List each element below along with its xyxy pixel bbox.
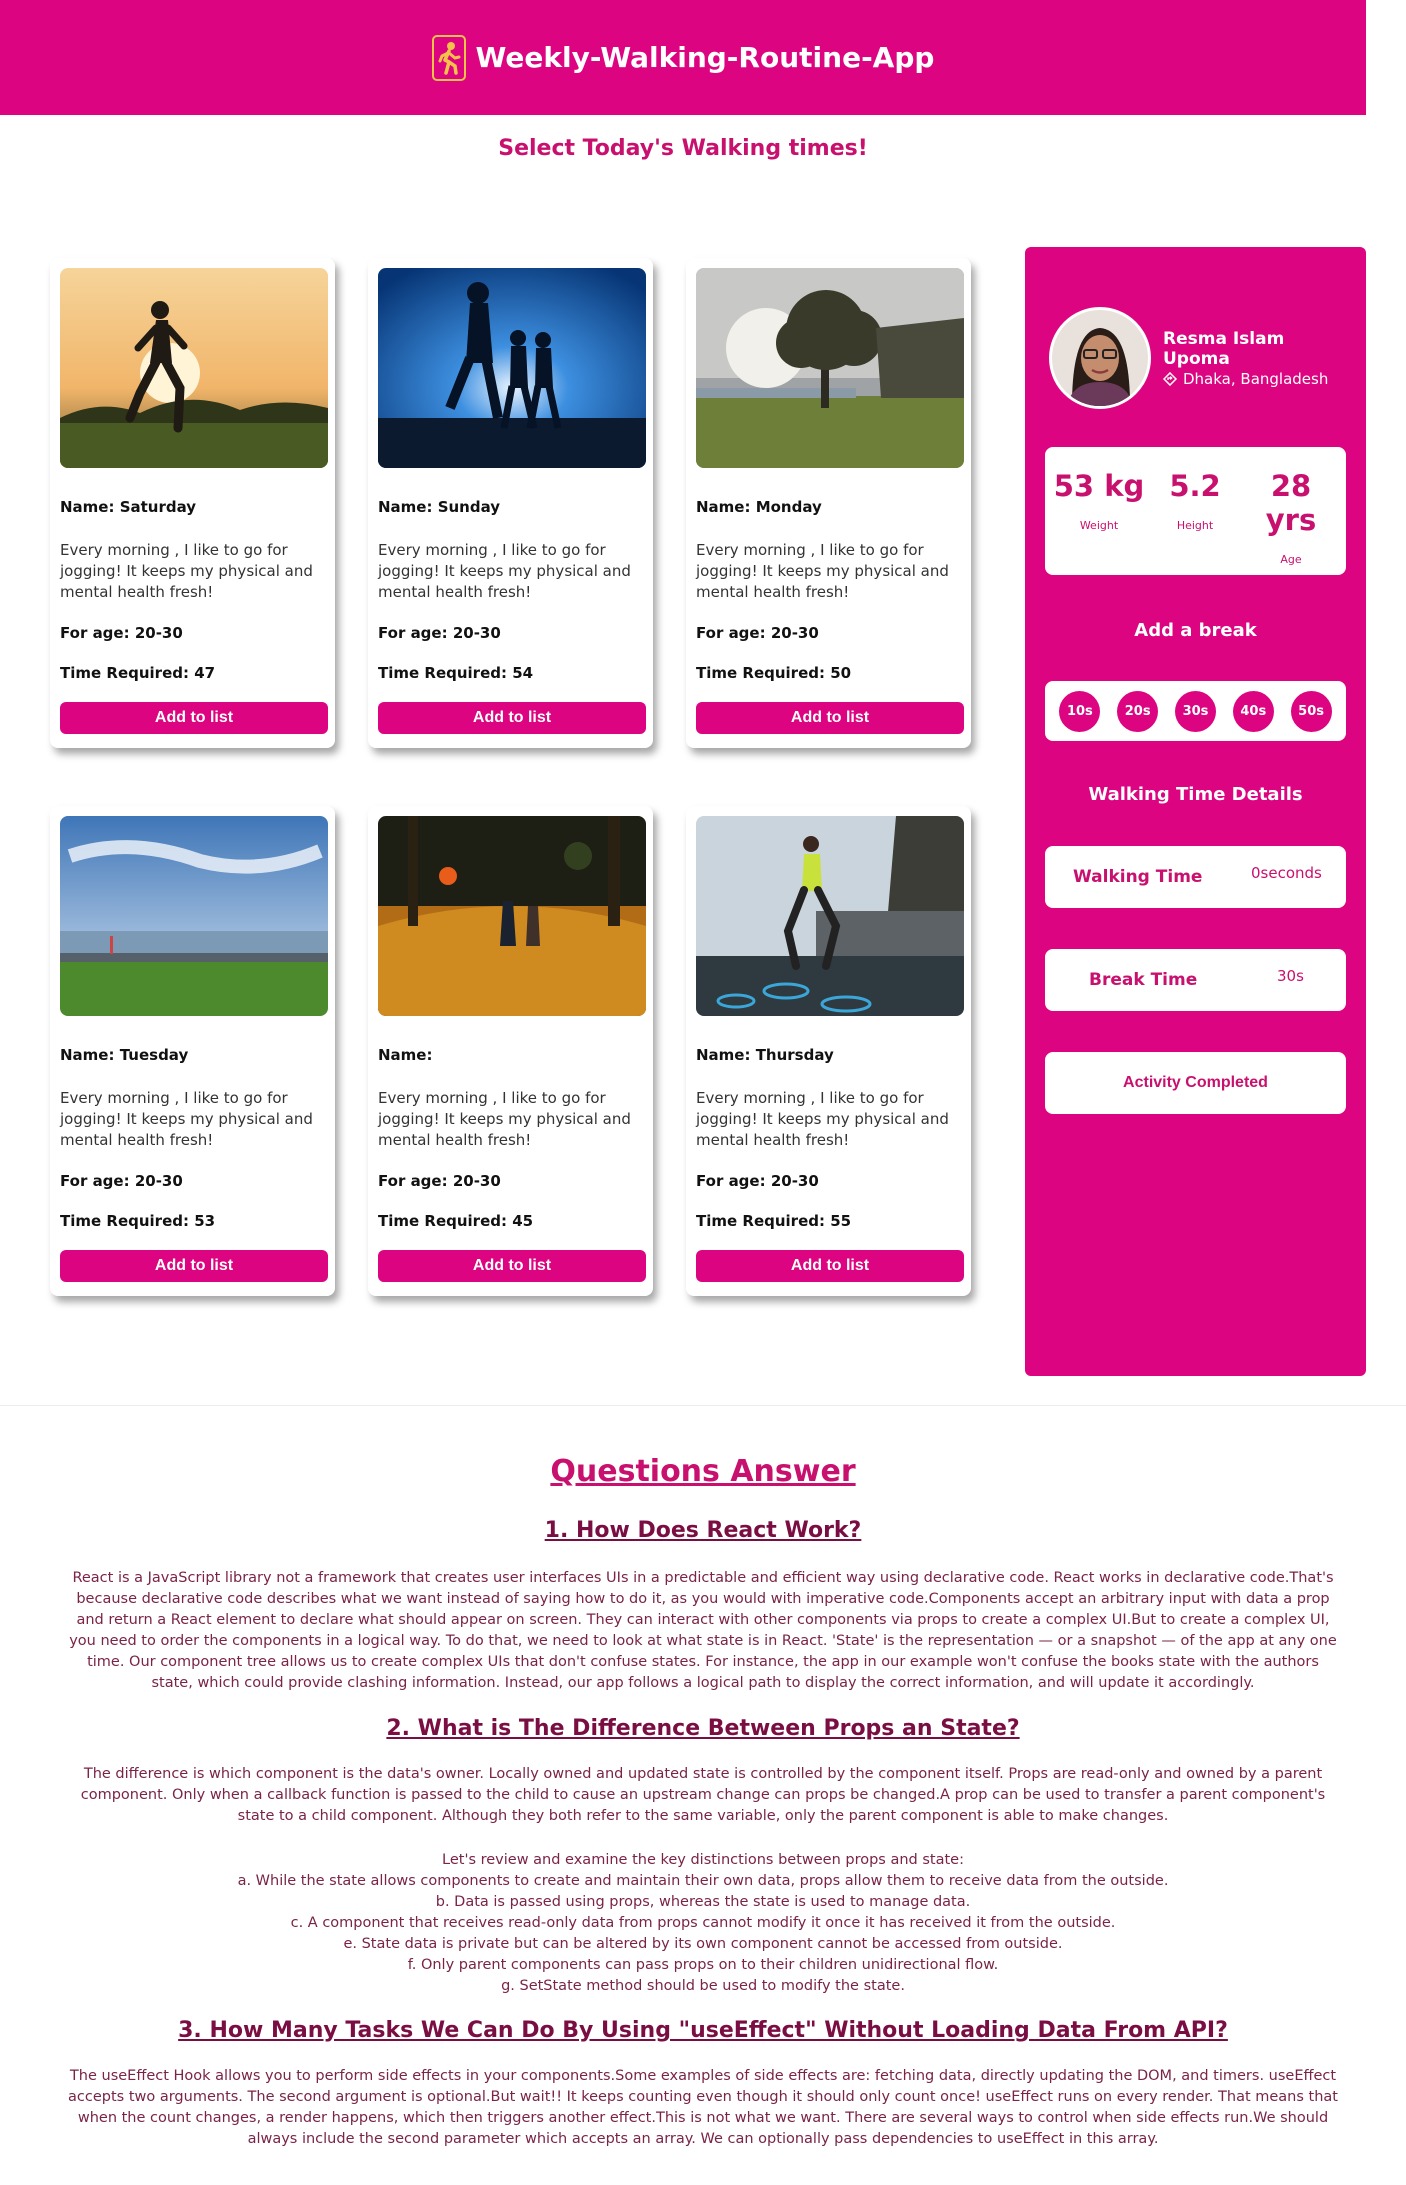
break-time-value: 30s xyxy=(1277,967,1304,985)
break-time-label: Break Time xyxy=(1089,970,1198,990)
card-description: Every morning , I like to go for jogging… xyxy=(696,1089,949,1149)
stat-value: 5.2 xyxy=(1169,469,1221,503)
activity-card: Name: Saturday Every morning , I like to… xyxy=(50,258,335,748)
card-name: Name: Sunday xyxy=(378,498,501,516)
page-subtitle: Select Today's Walking times! xyxy=(498,136,868,161)
card-image-fitness-park xyxy=(696,816,964,1016)
answer-2-list-item: e. State data is private but can be alte… xyxy=(343,1936,1063,1952)
card-description: Every morning , I like to go for jogging… xyxy=(378,1089,631,1149)
card-description: Every morning , I like to go for jogging… xyxy=(60,541,313,601)
walking-time-label: Walking Time xyxy=(1073,867,1203,887)
card-name: Name: Saturday xyxy=(60,498,197,516)
break-options: 10s 20s 30s 40s 50s xyxy=(1045,681,1346,741)
card-image-autumn-path xyxy=(378,816,646,1016)
answer-3: The useEffect Hook allows you to perform… xyxy=(68,2068,1338,2147)
location-icon xyxy=(1163,372,1177,386)
add-break-heading: Add a break xyxy=(1134,620,1257,641)
avatar xyxy=(1049,307,1151,409)
card-time-required: Time Required: 45 xyxy=(378,1212,534,1230)
walking-time-value: 0seconds xyxy=(1251,864,1322,882)
location-text: Dhaka, Bangladesh xyxy=(1183,370,1329,388)
app-header: Weekly-Walking-Routine-App xyxy=(0,0,1366,115)
walking-person-icon xyxy=(431,34,466,81)
question-3: 3. How Many Tasks We Can Do By Using "us… xyxy=(178,2018,1228,2043)
break-20s-button[interactable]: 20s xyxy=(1117,690,1159,732)
answer-2-list-item: f. Only parent components can pass props… xyxy=(407,1957,999,1973)
card-time-required: Time Required: 54 xyxy=(378,664,534,682)
break-10s-button[interactable]: 10s xyxy=(1059,690,1101,732)
profile-sidebar: Resma Islam Upoma Dhaka, Bangladesh 53 k… xyxy=(1025,247,1366,1376)
stat-value: 28 yrs xyxy=(1265,469,1317,537)
activity-card: Name: Every morning , I like to go for j… xyxy=(368,806,653,1296)
qa-title: Questions Answer xyxy=(550,1454,856,1489)
answer-2-list-item: Let's review and examine the key distinc… xyxy=(442,1852,964,1868)
card-name: Name: xyxy=(378,1046,433,1064)
stat-label: Weight xyxy=(1079,519,1119,532)
answer-2-list-item: c. A component that receives read-only d… xyxy=(290,1915,1116,1931)
activity-card: Name: Sunday Every morning , I like to g… xyxy=(368,258,653,748)
body-stats-panel: 53 kg Weight 5.2 Height 28 yrs Age xyxy=(1045,447,1346,575)
activity-card: Name: Thursday Every morning , I like to… xyxy=(686,806,971,1296)
card-image-runner-sunset xyxy=(60,268,328,468)
card-name: Name: Monday xyxy=(696,498,822,516)
answer-2-list-item: b. Data is passed using props, whereas t… xyxy=(435,1894,971,1910)
question-1: 1. How Does React Work? xyxy=(544,1518,862,1543)
card-image-runners-blue xyxy=(378,268,646,468)
stat-weight: 53 kg Weight xyxy=(1049,469,1149,532)
break-time-box: Break Time 30s xyxy=(1045,949,1346,1011)
card-image-tree-park xyxy=(696,268,964,468)
break-50s-button[interactable]: 50s xyxy=(1290,690,1332,732)
stat-age: 28 yrs Age xyxy=(1241,469,1341,566)
activity-completed-button[interactable]: Activity Completed xyxy=(1045,1052,1346,1114)
card-age: For age: 20-30 xyxy=(696,1172,819,1190)
card-time-required: Time Required: 55 xyxy=(696,1212,852,1230)
questions-answer-section: Questions Answer 1. How Does React Work?… xyxy=(0,1405,1406,2185)
card-age: For age: 20-30 xyxy=(60,624,183,642)
card-time-required: Time Required: 53 xyxy=(60,1212,216,1230)
card-age: For age: 20-30 xyxy=(60,1172,183,1190)
answer-2: The difference is which component is the… xyxy=(80,1766,1326,1824)
card-age: For age: 20-30 xyxy=(378,624,501,642)
answer-2-list-item: g. SetState method should be used to mod… xyxy=(501,1978,905,1994)
profile-location: Dhaka, Bangladesh xyxy=(1163,370,1328,388)
walking-time-box: Walking Time 0seconds xyxy=(1045,846,1346,908)
card-name: Name: Thursday xyxy=(696,1046,834,1064)
walking-details-heading: Walking Time Details xyxy=(1088,784,1303,805)
break-30s-button[interactable]: 30s xyxy=(1174,690,1216,732)
activity-card: Name: Monday Every morning , I like to g… xyxy=(686,258,971,748)
answer-2-list-item: a. While the state allows components to … xyxy=(237,1873,1169,1889)
stat-height: 5.2 Height xyxy=(1145,469,1245,532)
card-age: For age: 20-30 xyxy=(378,1172,501,1190)
card-time-required: Time Required: 47 xyxy=(60,664,216,682)
card-age: For age: 20-30 xyxy=(696,624,819,642)
answer-1: React is a JavaScript library not a fram… xyxy=(69,1570,1337,1691)
card-description: Every morning , I like to go for jogging… xyxy=(378,541,631,601)
card-time-required: Time Required: 50 xyxy=(696,664,852,682)
add-to-list-button[interactable]: Add to list xyxy=(60,702,328,734)
card-description: Every morning , I like to go for jogging… xyxy=(696,541,949,601)
profile-header: Resma Islam Upoma Dhaka, Bangladesh xyxy=(1049,307,1349,411)
answer-2-list: Let's review and examine the key distinc… xyxy=(66,1850,1340,1997)
stat-label: Height xyxy=(1176,519,1214,532)
add-to-list-button[interactable]: Add to list xyxy=(378,1250,646,1282)
stat-value: 53 kg xyxy=(1053,469,1145,503)
card-name: Name: Tuesday xyxy=(60,1046,189,1064)
stat-label: Age xyxy=(1280,553,1302,566)
add-to-list-button[interactable]: Add to list xyxy=(696,702,964,734)
add-to-list-button[interactable]: Add to list xyxy=(60,1250,328,1282)
break-40s-button[interactable]: 40s xyxy=(1232,690,1274,732)
card-image-seaside xyxy=(60,816,328,1016)
add-to-list-button[interactable]: Add to list xyxy=(378,702,646,734)
question-2: 2. What is The Difference Between Props … xyxy=(386,1716,1020,1741)
activity-card: Name: Tuesday Every morning , I like to … xyxy=(50,806,335,1296)
card-description: Every morning , I like to go for jogging… xyxy=(60,1089,313,1149)
profile-name: Resma Islam Upoma xyxy=(1163,329,1285,369)
app-title: Weekly-Walking-Routine-App xyxy=(475,41,935,74)
add-to-list-button[interactable]: Add to list xyxy=(696,1250,964,1282)
